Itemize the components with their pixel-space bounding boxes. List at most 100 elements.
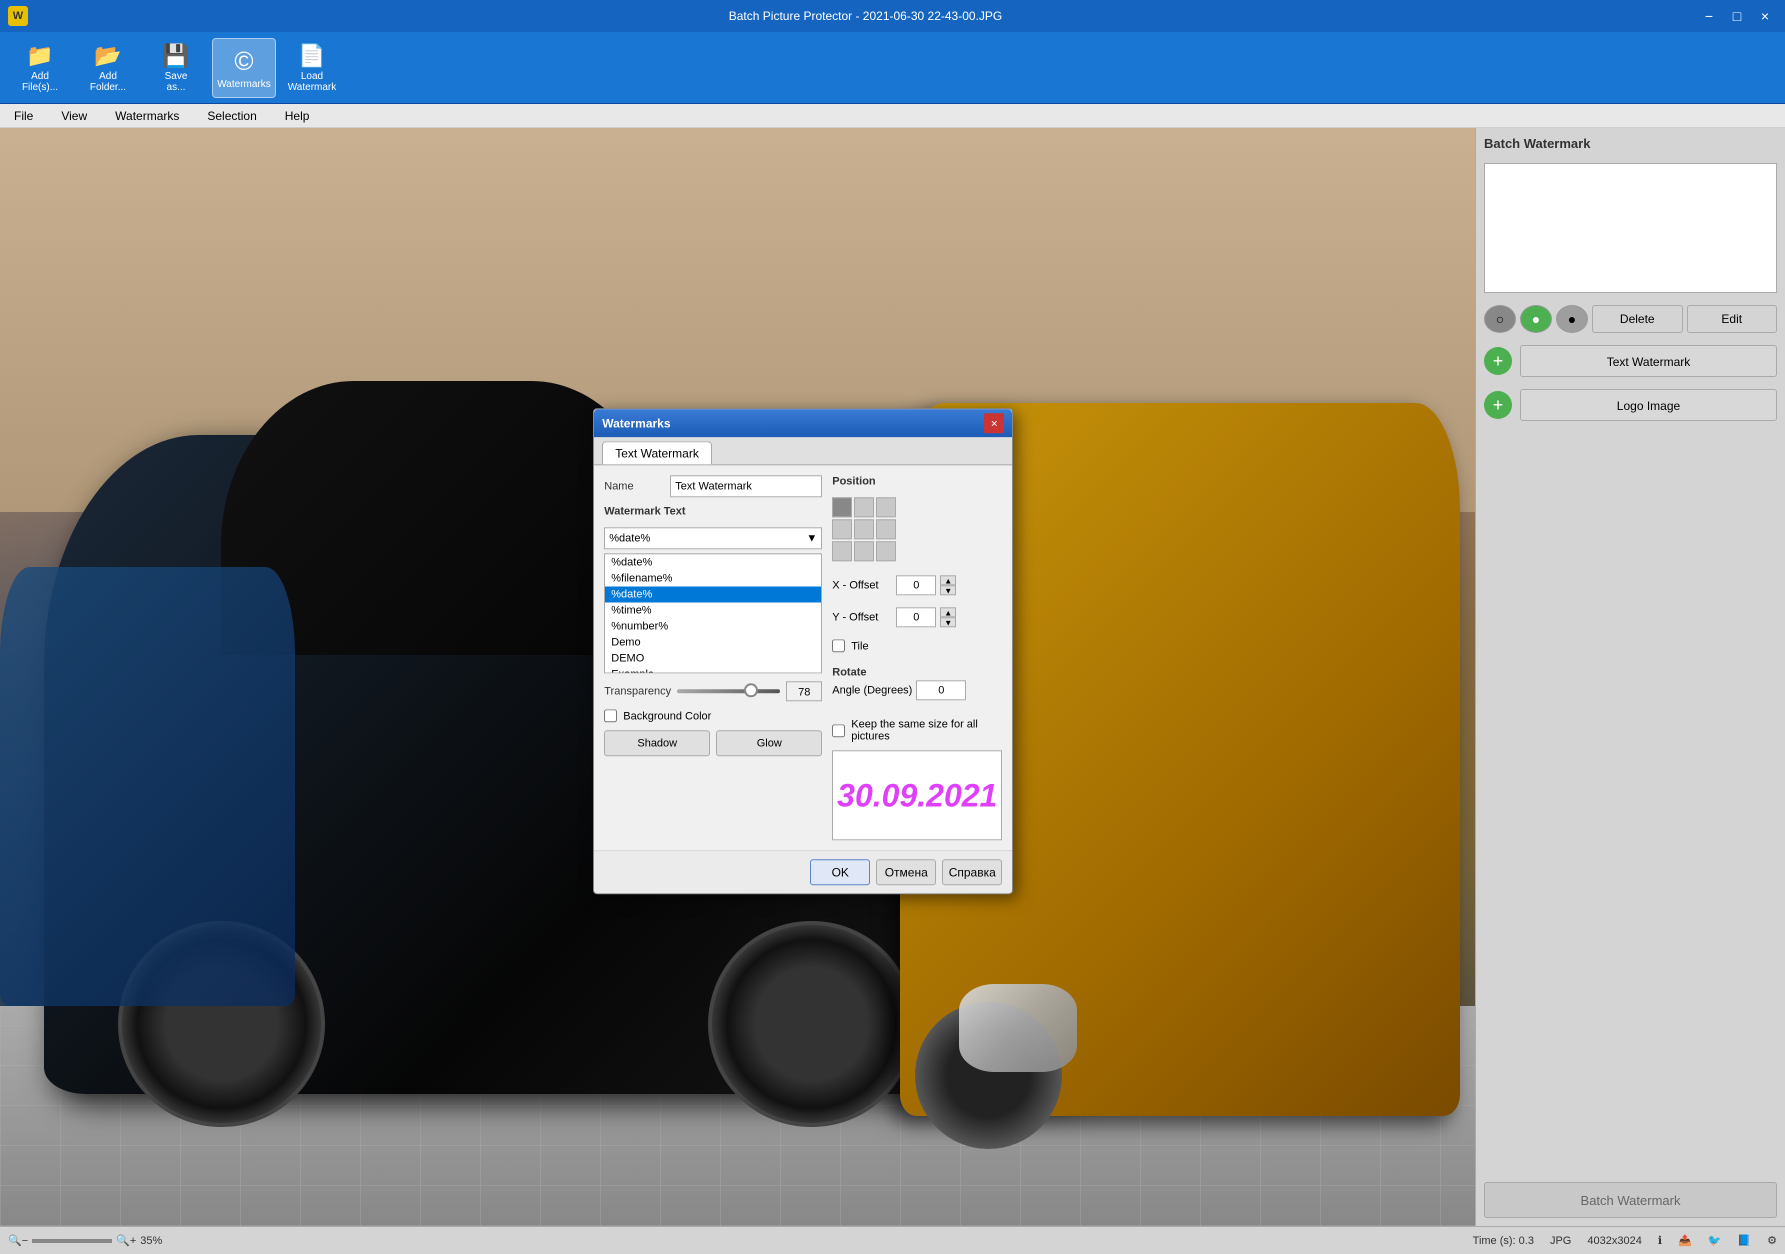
- zoom-controls: 🔍− 🔍+ 35%: [8, 1234, 162, 1247]
- shadow-button[interactable]: Shadow: [604, 730, 710, 756]
- zoom-in-icon[interactable]: 🔍+: [116, 1234, 136, 1247]
- pos-top-center[interactable]: [854, 497, 874, 517]
- x-offset-down[interactable]: ▼: [940, 585, 956, 595]
- menu-selection[interactable]: Selection: [201, 107, 262, 125]
- keep-size-label: Keep the same size for all pictures: [851, 718, 1002, 742]
- dialog-right-panel: Position: [832, 475, 1002, 840]
- ok-button[interactable]: OK: [810, 859, 870, 885]
- watermark-text-dropdown[interactable]: %date% ▼: [604, 527, 822, 549]
- keep-size-row: Keep the same size for all pictures: [832, 718, 1002, 742]
- y-offset-down[interactable]: ▼: [940, 617, 956, 627]
- add-logo-image-btn[interactable]: +: [1484, 391, 1512, 419]
- name-field-row: Name: [604, 475, 822, 497]
- pos-top-right[interactable]: [876, 497, 896, 517]
- panel-title: Batch Watermark: [1484, 136, 1777, 151]
- panel-icon-2[interactable]: ●: [1520, 305, 1552, 333]
- transparency-slider[interactable]: [677, 689, 780, 693]
- dropdown-item-4[interactable]: %number%: [605, 618, 821, 634]
- dialog-titlebar: Watermarks ×: [594, 409, 1012, 437]
- social-icon-2[interactable]: 📘: [1737, 1234, 1751, 1247]
- glow-button[interactable]: Glow: [716, 730, 822, 756]
- watermarks-dialog: Watermarks × Text Watermark Name Waterma…: [593, 408, 1013, 894]
- dropdown-item-1[interactable]: %filename%: [605, 570, 821, 586]
- close-button[interactable]: ×: [1753, 4, 1777, 28]
- dialog-tab-row: Text Watermark: [594, 437, 1012, 465]
- social-icon-1[interactable]: 🐦: [1708, 1234, 1722, 1247]
- y-offset-spinners: ▲ ▼: [940, 607, 956, 627]
- watermark-preview-box: [1484, 163, 1777, 293]
- pos-bot-center[interactable]: [854, 541, 874, 561]
- dropdown-item-0[interactable]: %date%: [605, 554, 821, 570]
- dropdown-item-5[interactable]: Demo: [605, 634, 821, 650]
- panel-icon-3[interactable]: ●: [1556, 305, 1588, 333]
- menu-help[interactable]: Help: [279, 107, 316, 125]
- background-color-checkbox[interactable]: [604, 709, 617, 722]
- chrome-bumper: [959, 984, 1077, 1072]
- zoom-label: 35%: [140, 1235, 162, 1247]
- zoom-out-icon[interactable]: 🔍−: [8, 1234, 28, 1247]
- load-watermark-label: LoadWatermark: [288, 71, 337, 93]
- info-icon[interactable]: ℹ: [1658, 1234, 1662, 1247]
- logo-image-row: + Logo Image: [1484, 389, 1777, 421]
- tile-row: Tile: [832, 639, 1002, 652]
- angle-label: Angle (Degrees): [832, 684, 912, 696]
- save-as-button[interactable]: 💾 Saveas...: [144, 38, 208, 98]
- dialog-title: Watermarks: [602, 416, 670, 430]
- edit-button[interactable]: Edit: [1687, 305, 1778, 333]
- y-offset-up[interactable]: ▲: [940, 607, 956, 617]
- x-offset-up[interactable]: ▲: [940, 575, 956, 585]
- load-watermark-button[interactable]: 📄 LoadWatermark: [280, 38, 344, 98]
- dialog-close-button[interactable]: ×: [984, 413, 1004, 433]
- logo-image-button[interactable]: Logo Image: [1520, 389, 1777, 421]
- add-text-watermark-btn[interactable]: +: [1484, 347, 1512, 375]
- menu-view[interactable]: View: [55, 107, 93, 125]
- add-folder-button[interactable]: 📂 AddFolder...: [76, 38, 140, 98]
- add-folder-label: AddFolder...: [90, 71, 126, 93]
- dialog-body: Name Watermark Text %date% ▼ %date% %fil…: [594, 465, 1012, 850]
- pos-mid-right[interactable]: [876, 519, 896, 539]
- cancel-button[interactable]: Отмена: [876, 859, 936, 885]
- add-files-button[interactable]: 📁 AddFile(s)...: [8, 38, 72, 98]
- pos-mid-left[interactable]: [832, 519, 852, 539]
- format-label: JPG: [1550, 1235, 1571, 1247]
- dropdown-item-2[interactable]: %date%: [605, 586, 821, 602]
- blue-car: [0, 567, 295, 1006]
- help-button[interactable]: Справка: [942, 859, 1002, 885]
- menu-file[interactable]: File: [8, 107, 39, 125]
- pos-bot-left[interactable]: [832, 541, 852, 561]
- angle-input[interactable]: [916, 680, 966, 700]
- settings-icon[interactable]: ⚙: [1767, 1234, 1777, 1247]
- text-watermark-button[interactable]: Text Watermark: [1520, 345, 1777, 377]
- dropdown-item-7[interactable]: Example: [605, 666, 821, 673]
- tab-text-watermark[interactable]: Text Watermark: [602, 441, 712, 464]
- restore-button[interactable]: □: [1725, 4, 1749, 28]
- transparency-value: 78: [786, 681, 822, 701]
- name-input[interactable]: [670, 475, 822, 497]
- dimensions-label: 4032x3024: [1587, 1235, 1641, 1247]
- tile-checkbox[interactable]: [832, 639, 845, 652]
- watermarks-button[interactable]: © Watermarks: [212, 38, 276, 98]
- menu-watermarks[interactable]: Watermarks: [109, 107, 185, 125]
- pos-bot-right[interactable]: [876, 541, 896, 561]
- dropdown-value: %date%: [609, 532, 650, 544]
- dropdown-arrow-icon: ▼: [806, 532, 817, 544]
- dropdown-item-6[interactable]: DEMO: [605, 650, 821, 666]
- pos-mid-center[interactable]: [854, 519, 874, 539]
- minimize-button[interactable]: −: [1697, 4, 1721, 28]
- pos-row-2: [832, 519, 1002, 539]
- statusbar: 🔍− 🔍+ 35% Time (s): 0.3 JPG 4032x3024 ℹ …: [0, 1226, 1785, 1254]
- keep-size-checkbox[interactable]: [832, 724, 845, 737]
- zoom-slider[interactable]: [32, 1239, 112, 1243]
- y-offset-input[interactable]: [896, 607, 936, 627]
- pos-top-left[interactable]: [832, 497, 852, 517]
- load-watermark-icon: 📄: [298, 43, 325, 69]
- panel-icon-1[interactable]: ○: [1484, 305, 1516, 333]
- delete-button[interactable]: Delete: [1592, 305, 1683, 333]
- position-grid: [832, 497, 1002, 561]
- dropdown-item-3[interactable]: %time%: [605, 602, 821, 618]
- x-offset-input[interactable]: [896, 575, 936, 595]
- watermarks-icon: ©: [234, 46, 253, 77]
- batch-watermark-button[interactable]: Batch Watermark: [1484, 1182, 1777, 1218]
- right-panel: Batch Watermark ○ ● ● Delete Edit + Text…: [1475, 128, 1785, 1226]
- share-icon[interactable]: 📤: [1678, 1234, 1692, 1247]
